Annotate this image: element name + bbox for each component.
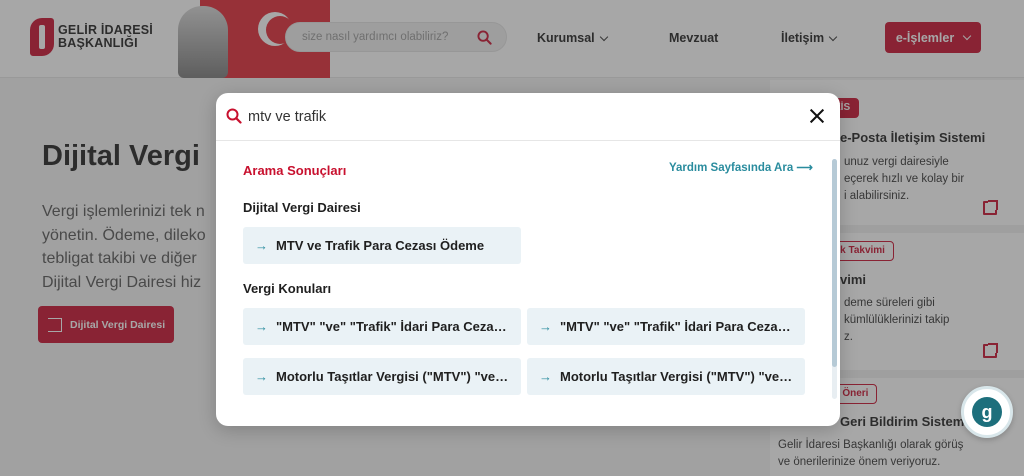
result-item-label: "MTV" "ve" "Trafik" İdari Para Cezası Öd…: [560, 319, 805, 334]
results-title: Arama Sonuçları: [243, 163, 347, 178]
search-modal: Arama Sonuçları Yardım Sayfasında Ara ⟶ …: [216, 93, 840, 426]
search-icon: [226, 108, 242, 129]
result-item-label: Motorlu Taşıtlar Vergisi ("MTV") "ve" Tr…: [560, 369, 805, 384]
result-item-label: "MTV" "ve" "Trafik" İdari Para Cezası Öd…: [276, 319, 521, 334]
section-title-vergi-konulari: Vergi Konuları: [243, 281, 332, 296]
close-icon[interactable]: [808, 107, 826, 125]
result-item[interactable]: → MTV ve Trafik Para Cezası Ödeme: [243, 227, 521, 264]
result-item[interactable]: → "MTV" "ve" "Trafik" İdari Para Cezası …: [527, 308, 805, 345]
modal-search-bar: [216, 93, 840, 141]
result-item[interactable]: → "MTV" "ve" "Trafik" İdari Para Cezası …: [243, 308, 521, 345]
help-page-search-link[interactable]: Yardım Sayfasında Ara ⟶: [669, 160, 813, 174]
result-item-label: Motorlu Taşıtlar Vergisi ("MTV") "ve" Tr…: [276, 369, 521, 384]
section-title-dijital-vergi-dairesi: Dijital Vergi Dairesi: [243, 200, 361, 215]
results-scrollbar-thumb[interactable]: [832, 159, 837, 367]
result-item[interactable]: → Motorlu Taşıtlar Vergisi ("MTV") "ve" …: [527, 358, 805, 395]
result-item[interactable]: → Motorlu Taşıtlar Vergisi ("MTV") "ve" …: [243, 358, 521, 395]
arrow-right-icon: →: [255, 238, 268, 253]
arrow-right-icon: →: [539, 319, 552, 334]
assistant-icon: g: [972, 397, 1002, 427]
arrow-right-icon: →: [255, 369, 268, 384]
modal-search-input[interactable]: [248, 105, 768, 129]
assistant-chat-button[interactable]: g: [961, 386, 1013, 438]
arrow-right-icon: →: [255, 319, 268, 334]
arrow-right-icon: →: [539, 369, 552, 384]
result-item-label: MTV ve Trafik Para Cezası Ödeme: [276, 238, 485, 253]
